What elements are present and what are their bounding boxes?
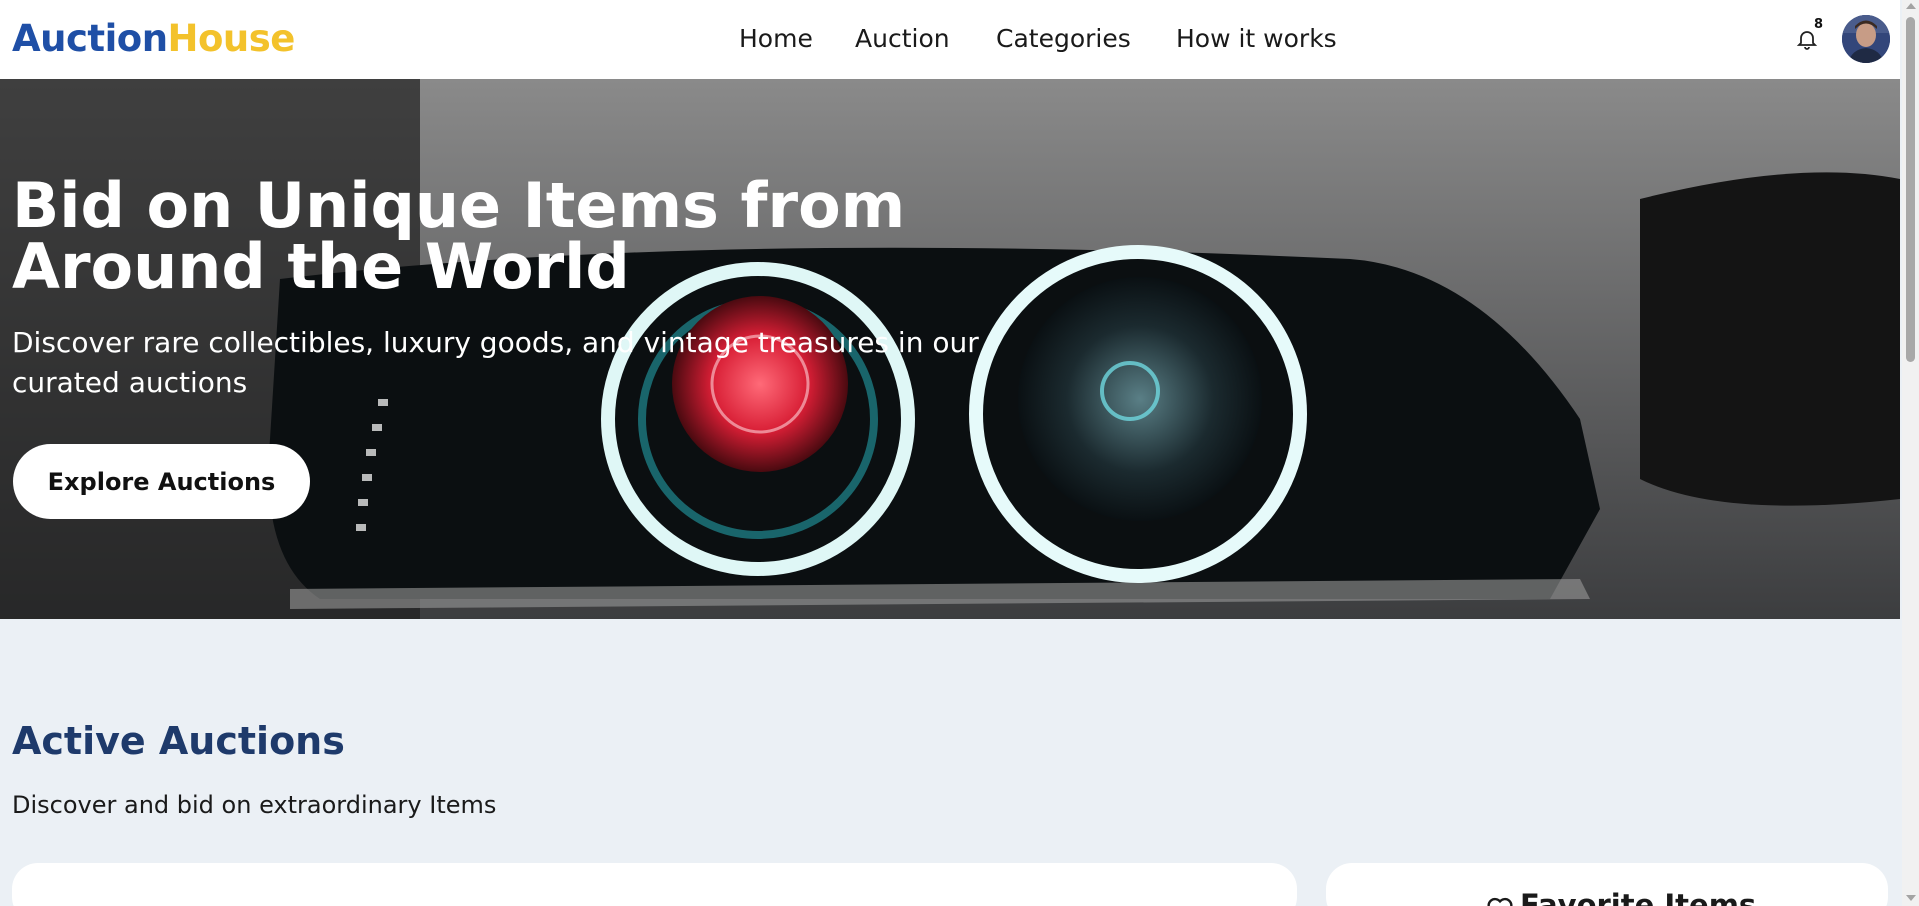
notification-count-badge: 8 <box>1814 17 1824 32</box>
main-nav: Home Auction Categories How it works <box>0 22 1900 56</box>
scroll-thumb[interactable] <box>1906 17 1915 362</box>
hero-banner: Bid on Unique Items from Around the Worl… <box>0 79 1900 619</box>
site-header: AuctionHouse Home Auction Categories How… <box>0 0 1900 79</box>
nav-auction-link[interactable]: Auction <box>855 22 950 56</box>
nav-how-it-works-link[interactable]: How it works <box>1176 22 1337 56</box>
heart-icon <box>1486 895 1514 906</box>
user-avatar[interactable] <box>1842 15 1890 63</box>
hero-subtitle: Discover rare collectibles, luxury goods… <box>12 326 979 399</box>
nav-home-link[interactable]: Home <box>739 22 813 56</box>
active-auctions-heading: Active Auctions <box>12 719 345 763</box>
auctions-card <box>12 863 1297 906</box>
scroll-up-arrow-icon[interactable] <box>1906 3 1916 9</box>
hero-title: Bid on Unique Items from Around the Worl… <box>12 169 906 303</box>
nav-categories-link[interactable]: Categories <box>996 22 1131 56</box>
explore-auctions-button[interactable]: Explore Auctions <box>13 444 310 519</box>
favorite-items-title: Favorite Items <box>1520 888 1757 906</box>
scroll-down-arrow-icon[interactable] <box>1906 895 1916 901</box>
favorite-items-card: Favorite Items <box>1326 863 1888 906</box>
page-scrollbar[interactable] <box>1902 0 1919 906</box>
active-auctions-subtitle: Discover and bid on extraordinary Items <box>12 791 497 819</box>
